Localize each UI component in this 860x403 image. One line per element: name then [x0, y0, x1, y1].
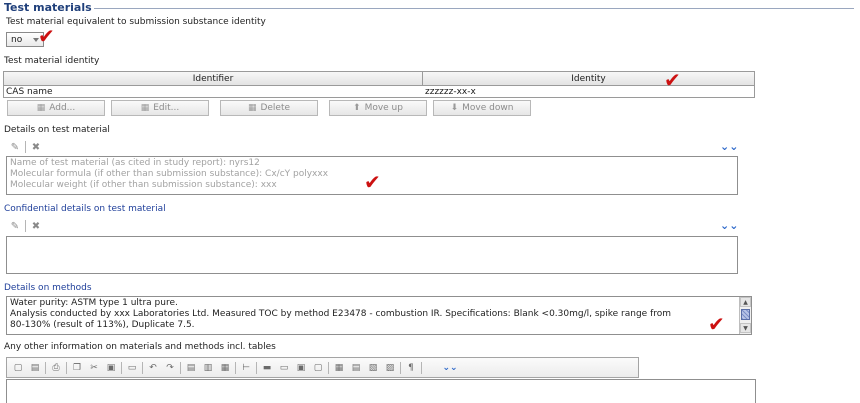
identity-label: Test material identity — [4, 56, 100, 66]
copy-icon[interactable]: ❐ — [70, 361, 84, 375]
delete-icon: ▦ — [247, 103, 257, 113]
image-icon[interactable]: ▧ — [366, 361, 380, 375]
branch-icon[interactable]: ⊢ — [239, 361, 253, 375]
check-mark-icon: ✔ — [364, 170, 381, 194]
toolbar-separator — [328, 361, 329, 374]
identity-table-header: Identifier Identity — [4, 72, 754, 86]
table-header-icon[interactable]: ▤ — [349, 361, 363, 375]
rich-text-toolbar: ▢ ▤ ⎙ ❐ ✂ ▣ ▭ ↶ ↷ ▤ ▥ ▦ ⊢ ▬ ▭ ▣ ▢ ▦ ▤ ▧ … — [6, 357, 639, 378]
scroll-thumb[interactable] — [741, 309, 750, 320]
clear-icon[interactable]: ✖ — [30, 220, 42, 232]
toolbar-separator — [25, 220, 26, 232]
check-mark-icon: ✔ — [664, 68, 681, 92]
move-up-button-label: Move up — [364, 103, 403, 113]
delete-row-icon[interactable]: ▦ — [218, 361, 232, 375]
toolbar-separator — [421, 361, 422, 374]
confidential-textarea[interactable] — [6, 236, 738, 274]
edit-button-label: Edit... — [153, 103, 180, 113]
arrow-down-icon: ⬇ — [450, 103, 459, 113]
methods-label: Details on methods — [4, 283, 92, 293]
cell-identity: zzzzzz-xx-x — [425, 87, 476, 97]
check-mark-icon: ✔ — [38, 24, 55, 48]
edit-icon: ▦ — [140, 103, 150, 113]
text-line: Analysis conducted by xxx Laboratories L… — [10, 309, 672, 319]
text-line: Water purity: ASTM type 1 ultra pure. — [10, 298, 178, 308]
text-line: Name of test material (as cited in study… — [10, 158, 260, 168]
print-icon[interactable]: ⎙ — [49, 361, 63, 375]
toolbar-separator — [25, 141, 26, 153]
paste-icon[interactable]: ▣ — [104, 361, 118, 375]
scroll-down-icon[interactable]: ▼ — [740, 323, 751, 333]
scroll-up-icon[interactable]: ▲ — [740, 297, 751, 307]
toolbar-separator — [142, 361, 143, 374]
other-info-label: Any other information on materials and m… — [4, 342, 276, 352]
table-props-icon[interactable]: ▢ — [311, 361, 325, 375]
table-row[interactable]: CAS name zzzzzz-xx-x — [4, 86, 754, 98]
confidential-toolbar: ✎ ✖ — [9, 220, 42, 232]
equivalence-select-value: no — [11, 34, 23, 45]
methods-textarea[interactable]: Water purity: ASTM type 1 ultra pure. An… — [6, 296, 752, 335]
table-icon[interactable]: ▦ — [332, 361, 346, 375]
expand-icon[interactable]: ⌄⌄ — [720, 220, 738, 231]
move-down-button[interactable]: ⬇ Move down — [433, 100, 531, 116]
expand-icon[interactable]: ⌄⌄ — [720, 141, 738, 152]
confidential-label: Confidential details on test material — [4, 204, 166, 214]
toolbar-separator — [121, 361, 122, 374]
methods-scrollbar[interactable]: ▲ ▼ — [739, 297, 751, 334]
chart-icon[interactable]: ▨ — [383, 361, 397, 375]
text-line: 80-130% (result of 113%), Duplicate 7.5. — [10, 320, 195, 330]
other-info-editor[interactable] — [6, 379, 756, 403]
toolbar-separator — [66, 361, 67, 374]
insert-col-icon[interactable]: ▥ — [201, 361, 215, 375]
undo-icon[interactable]: ↶ — [146, 361, 160, 375]
pen-icon[interactable]: ✎ — [9, 141, 21, 153]
toolbar-separator — [180, 361, 181, 374]
split-cells-icon[interactable]: ▭ — [277, 361, 291, 375]
toolbar-separator — [400, 361, 401, 374]
details-test-material-label: Details on test material — [4, 125, 110, 135]
toolbar-separator — [45, 361, 46, 374]
add-button-label: Add... — [49, 103, 76, 113]
check-mark-icon: ✔ — [708, 312, 725, 336]
column-header-identifier[interactable]: Identifier — [4, 72, 423, 85]
redo-icon[interactable]: ↷ — [163, 361, 177, 375]
move-up-button[interactable]: ⬆ Move up — [329, 100, 427, 116]
edit-button[interactable]: ▦ Edit... — [111, 100, 209, 116]
column-header-identity[interactable]: Identity — [423, 72, 754, 85]
section-rule — [94, 8, 854, 9]
toolbar-separator — [256, 361, 257, 374]
delete-button[interactable]: ▦ Delete — [220, 100, 318, 116]
cell-identifier: CAS name — [6, 87, 53, 97]
insert-row-icon[interactable]: ▤ — [184, 361, 198, 375]
paragraph-icon[interactable]: ¶ — [404, 361, 418, 375]
new-doc-icon[interactable]: ▢ — [11, 361, 25, 375]
delete-button-label: Delete — [260, 103, 291, 113]
cut-icon[interactable]: ✂ — [87, 361, 101, 375]
identity-table: Identifier Identity CAS name zzzzzz-xx-x — [3, 71, 755, 98]
expand-icon[interactable]: ⌄⌄ — [442, 361, 457, 375]
toolbar-separator — [235, 361, 236, 374]
arrow-up-icon: ⬆ — [353, 103, 361, 113]
move-down-button-label: Move down — [462, 103, 514, 113]
section-title: Test materials — [4, 1, 92, 14]
merge-cells-icon[interactable]: ▬ — [260, 361, 274, 375]
clear-icon[interactable]: ✖ — [30, 141, 42, 153]
open-icon[interactable]: ▤ — [28, 361, 42, 375]
add-icon: ▦ — [36, 103, 46, 113]
pen-icon[interactable]: ✎ — [9, 220, 21, 232]
add-button[interactable]: ▦ Add... — [7, 100, 105, 116]
details-test-material-toolbar: ✎ ✖ — [9, 141, 42, 153]
cell-props-icon[interactable]: ▣ — [294, 361, 308, 375]
frame-icon[interactable]: ▭ — [125, 361, 139, 375]
